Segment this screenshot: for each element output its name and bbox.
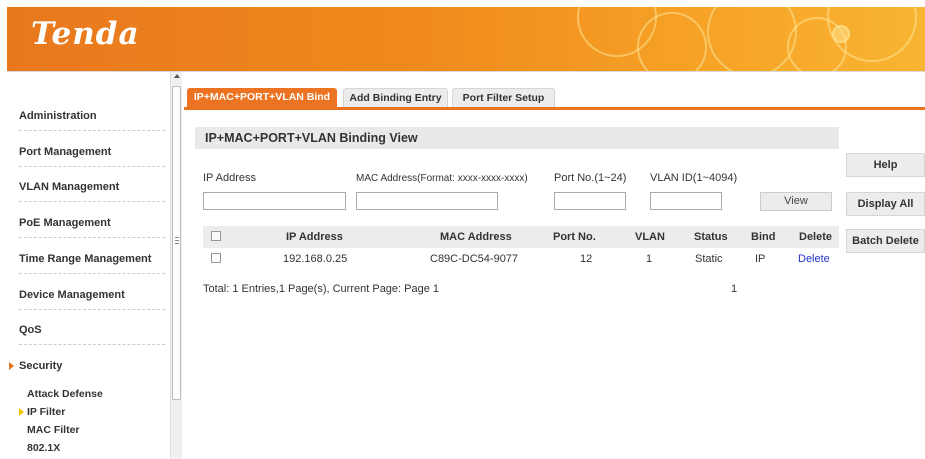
selected-subitem-marker-icon bbox=[19, 408, 24, 416]
sidebar-item-label: QoS bbox=[19, 324, 42, 336]
help-button[interactable]: Help bbox=[846, 153, 925, 177]
sidebar-item-label: Administration bbox=[19, 110, 97, 122]
tab-port-filter-setup[interactable]: Port Filter Setup bbox=[452, 88, 555, 107]
scroll-grip-icon bbox=[175, 237, 179, 244]
row-status: Static bbox=[695, 253, 723, 265]
column-header-status: Status bbox=[694, 231, 728, 243]
select-all-checkbox[interactable] bbox=[211, 231, 221, 241]
sidebar-item-security[interactable]: Security bbox=[19, 360, 165, 380]
sidebar-item-time-range-management[interactable]: Time Range Management bbox=[19, 253, 165, 274]
column-header-ip-address: IP Address bbox=[286, 231, 343, 243]
column-header-mac-address: MAC Address bbox=[440, 231, 512, 243]
column-header-bind: Bind bbox=[751, 231, 776, 243]
sidebar-item-port-management[interactable]: Port Management bbox=[19, 146, 165, 167]
sidebar-scrollbar[interactable] bbox=[170, 72, 182, 459]
port-number-label: Port No.(1~24) bbox=[554, 172, 627, 184]
mac-address-label: MAC Address(Format: xxxx-xxxx-xxxx) bbox=[356, 173, 528, 184]
sidebar-item-device-management[interactable]: Device Management bbox=[19, 289, 165, 310]
column-header-vlan: VLAN bbox=[635, 231, 665, 243]
display-all-button[interactable]: Display All bbox=[846, 192, 925, 216]
sidebar-subitem-attack-defense[interactable]: Attack Defense bbox=[27, 388, 103, 400]
vlan-id-label: VLAN ID(1~4094) bbox=[650, 172, 738, 184]
sidebar-item-label: VLAN Management bbox=[19, 181, 120, 193]
decorative-circle bbox=[707, 7, 797, 71]
active-section-marker-icon bbox=[9, 362, 14, 370]
page-number-link[interactable]: 1 bbox=[731, 283, 737, 295]
sidebar-item-poe-management[interactable]: PoE Management bbox=[19, 217, 165, 238]
column-header-delete: Delete bbox=[799, 231, 833, 243]
batch-delete-button[interactable]: Batch Delete bbox=[846, 229, 925, 253]
view-button[interactable]: View bbox=[760, 192, 832, 211]
scroll-up-arrow-icon[interactable] bbox=[174, 74, 180, 78]
decorative-circle bbox=[637, 12, 707, 71]
sidebar-item-label: PoE Management bbox=[19, 217, 111, 229]
header-banner: Tenda bbox=[7, 7, 925, 71]
column-header-port-no: Port No. bbox=[553, 231, 596, 243]
sidebar-subitem-ip-filter[interactable]: IP Filter bbox=[27, 406, 65, 418]
decorative-circle bbox=[832, 25, 850, 43]
row-bind: IP bbox=[755, 253, 766, 265]
sidebar-item-vlan-management[interactable]: VLAN Management bbox=[19, 181, 165, 202]
section-title: IP+MAC+PORT+VLAN Binding View bbox=[205, 131, 418, 145]
sidebar-item-label: Port Management bbox=[19, 146, 112, 158]
sidebar-subitem-mac-filter[interactable]: MAC Filter bbox=[27, 424, 80, 436]
row-delete-link[interactable]: Delete bbox=[798, 253, 830, 265]
sidebar-subitem-802-1x[interactable]: 802.1X bbox=[27, 442, 60, 454]
tab-ip-mac-port-vlan-bind[interactable]: IP+MAC+PORT+VLAN Bind bbox=[187, 88, 337, 107]
sidebar-item-qos[interactable]: QoS bbox=[19, 324, 165, 345]
sidebar-item-label: Time Range Management bbox=[19, 253, 152, 265]
section-header: IP+MAC+PORT+VLAN Binding View bbox=[195, 127, 839, 149]
sidebar: Administration Port Management VLAN Mana… bbox=[7, 72, 170, 459]
row-checkbox[interactable] bbox=[211, 253, 221, 263]
tenda-logo: Tenda bbox=[31, 16, 140, 52]
row-ip-address: 192.168.0.25 bbox=[283, 253, 348, 265]
ip-address-label: IP Address bbox=[203, 172, 256, 184]
sidebar-item-administration[interactable]: Administration bbox=[19, 110, 165, 131]
row-mac-address: C89C-DC54-9077 bbox=[430, 253, 519, 265]
tab-bar: IP+MAC+PORT+VLAN Bind Add Binding Entry … bbox=[184, 88, 925, 110]
ip-address-input[interactable] bbox=[203, 192, 346, 210]
vlan-id-input[interactable] bbox=[650, 192, 722, 210]
row-port-no: 12 bbox=[580, 253, 593, 265]
row-vlan: 1 bbox=[646, 253, 653, 265]
port-number-input[interactable] bbox=[554, 192, 626, 210]
sidebar-item-label: Security bbox=[19, 360, 63, 372]
scrollbar-thumb[interactable] bbox=[172, 86, 181, 400]
mac-address-input[interactable] bbox=[356, 192, 498, 210]
sidebar-item-label: Device Management bbox=[19, 289, 125, 301]
tab-add-binding-entry[interactable]: Add Binding Entry bbox=[343, 88, 448, 107]
pagination-summary: Total: 1 Entries,1 Page(s), Current Page… bbox=[203, 283, 440, 295]
table-header: IP Address MAC Address Port No. VLAN Sta… bbox=[203, 226, 839, 248]
